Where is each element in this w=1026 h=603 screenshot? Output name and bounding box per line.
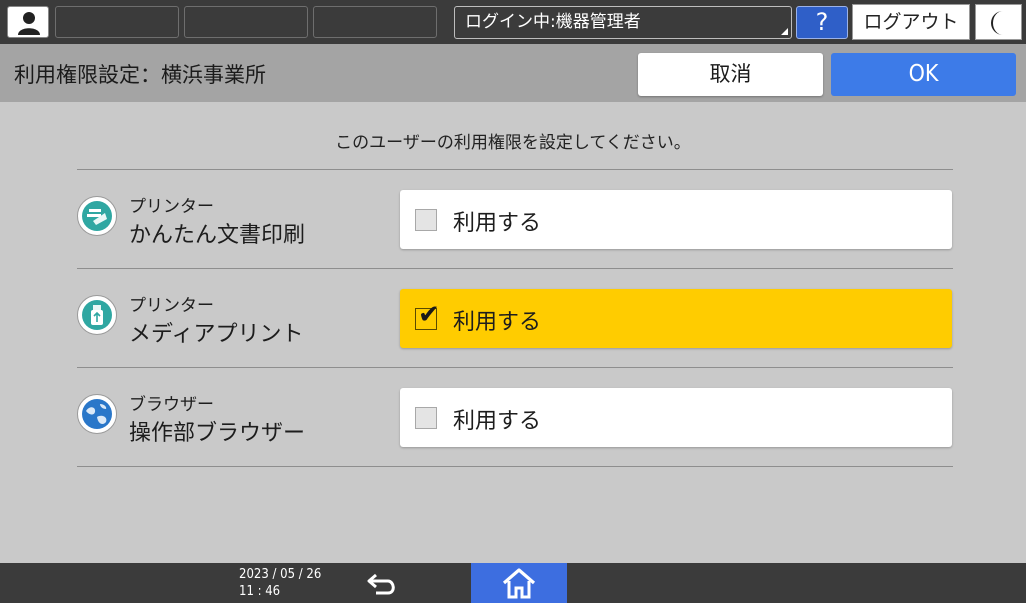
checkmark-icon: ✔ [418,300,440,330]
checkbox-unchecked [415,407,437,429]
row-category: プリンター [129,296,214,316]
allow-toggle-media-print[interactable]: ✔ 利用する [400,289,952,348]
cancel-button[interactable]: 取消 [638,53,823,96]
row-category: ブラウザー [129,395,214,415]
divider [77,466,953,467]
bottom-bar: 2023 / 05 / 26 11 : 46 [0,563,1026,603]
home-button[interactable] [471,563,567,603]
instruction-text: このユーザーの利用権限を設定してください。 [335,133,691,153]
option-label: 利用する [453,409,542,434]
document-print-icon [77,196,117,236]
energy-saver-button[interactable] [975,4,1022,40]
empty-slot-3 [313,6,437,38]
time-text: 11 : 46 [239,584,281,599]
top-status-bar: ログイン中:機器管理者 ? ログアウト [0,0,1026,44]
moon-icon [991,11,1003,35]
page-title: 利用権限設定：横浜事業所 [14,63,266,87]
date-text: 2023 / 05 / 26 [239,567,322,582]
globe-browser-icon [77,394,117,434]
option-label: 利用する [453,310,542,335]
ok-button[interactable]: OK [831,53,1016,96]
row-category: プリンター [129,197,214,217]
logout-button[interactable]: ログアウト [852,4,970,40]
empty-slot-1 [55,6,179,38]
allow-toggle-browser[interactable]: 利用する [400,388,952,447]
row-function-name: かんたん文書印刷 [129,223,306,248]
screen: ログイン中:機器管理者 ? ログアウト 利用権限設定：横浜事業所 取消 OK こ… [0,0,1026,603]
row-function-name: メディアプリント [129,322,304,347]
option-label: 利用する [453,211,542,236]
permission-row-easy-print: プリンター かんたん文書印刷 利用する [77,170,953,268]
user-button[interactable] [7,6,49,38]
help-button[interactable]: ? [796,6,848,39]
permission-row-browser: ブラウザー 操作部ブラウザー 利用する [77,368,953,466]
dropdown-corner-icon [781,28,788,35]
allow-toggle-easy-print[interactable]: 利用する [400,190,952,249]
login-status-dropdown[interactable]: ログイン中:機器管理者 [454,6,792,39]
row-function-name: 操作部ブラウザー [129,421,306,446]
datetime-display: 2023 / 05 / 26 11 : 46 [239,566,321,600]
checkbox-unchecked [415,209,437,231]
user-icon [18,12,40,35]
permission-row-media-print: プリンター メディアプリント ✔ 利用する [77,269,953,367]
checkbox-checked: ✔ [415,302,440,330]
usb-media-icon [77,295,117,335]
empty-slot-2 [184,6,308,38]
back-button[interactable] [362,567,404,599]
page-header: 利用権限設定：横浜事業所 取消 OK [0,44,1026,102]
login-status-text: ログイン中:機器管理者 [465,12,641,32]
back-arrow-icon [367,573,395,595]
home-icon [502,568,536,599]
